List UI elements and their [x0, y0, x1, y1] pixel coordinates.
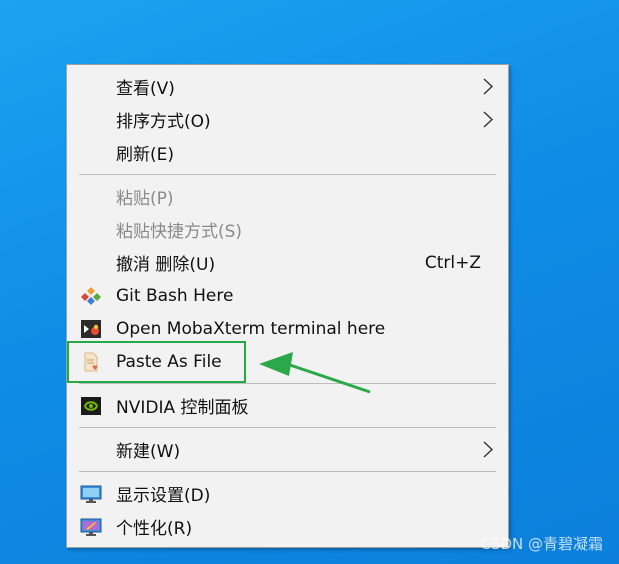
- menu-item-refresh[interactable]: 刷新(E): [67, 136, 508, 169]
- menu-item-paste-label: 粘贴(P): [116, 189, 174, 209]
- menu-item-git-bash-label: Git Bash Here: [116, 285, 234, 306]
- personalize-icon: [80, 518, 102, 536]
- desktop-context-menu: 查看(V) 排序方式(O) 刷新(E) 粘贴(P) 粘贴快捷方式(S) 撤消 删…: [66, 64, 509, 548]
- menu-item-refresh-label: 刷新(E): [116, 145, 175, 165]
- menu-item-nvidia-label: NVIDIA 控制面板: [116, 398, 249, 418]
- menu-item-display-settings-label: 显示设置(D): [116, 486, 211, 506]
- watermark: CSDN @青碧凝霜: [480, 535, 603, 553]
- menu-item-personalize[interactable]: 个性化(R): [67, 510, 508, 543]
- menu-item-view-label: 查看(V): [116, 79, 175, 99]
- menu-item-view[interactable]: 查看(V): [67, 70, 508, 103]
- menu-separator: [79, 471, 496, 472]
- menu-separator: [79, 174, 496, 175]
- chevron-right-icon: [483, 78, 494, 95]
- menu-item-undo-delete[interactable]: 撤消 删除(U) Ctrl+Z: [67, 246, 508, 279]
- menu-item-personalize-label: 个性化(R): [116, 519, 193, 539]
- monitor-icon: [80, 485, 102, 503]
- menu-item-mobaxterm-label: Open MobaXterm terminal here: [116, 318, 386, 339]
- highlight-box: [67, 341, 246, 383]
- menu-item-new-label: 新建(W): [116, 442, 181, 462]
- menu-item-undo-delete-label: 撤消 删除(U): [116, 255, 216, 275]
- menu-item-paste-shortcut-label: 粘贴快捷方式(S): [116, 222, 243, 242]
- menu-item-display-settings[interactable]: 显示设置(D): [67, 477, 508, 510]
- chevron-right-icon: [483, 111, 494, 128]
- menu-item-sort[interactable]: 排序方式(O): [67, 103, 508, 136]
- menu-item-paste-shortcut: 粘贴快捷方式(S): [67, 213, 508, 246]
- mobaxterm-icon: [81, 320, 101, 338]
- nvidia-icon: [81, 397, 101, 415]
- menu-item-paste: 粘贴(P): [67, 180, 508, 213]
- menu-item-sort-label: 排序方式(O): [116, 112, 211, 132]
- menu-item-new[interactable]: 新建(W): [67, 433, 508, 466]
- chevron-right-icon: [483, 441, 494, 458]
- git-diamond-icon: [81, 287, 101, 305]
- shortcut-text: Ctrl+Z: [424, 252, 481, 273]
- annotation-arrow-icon: [259, 352, 371, 394]
- menu-separator: [79, 427, 496, 428]
- menu-item-git-bash[interactable]: Git Bash Here: [67, 279, 508, 312]
